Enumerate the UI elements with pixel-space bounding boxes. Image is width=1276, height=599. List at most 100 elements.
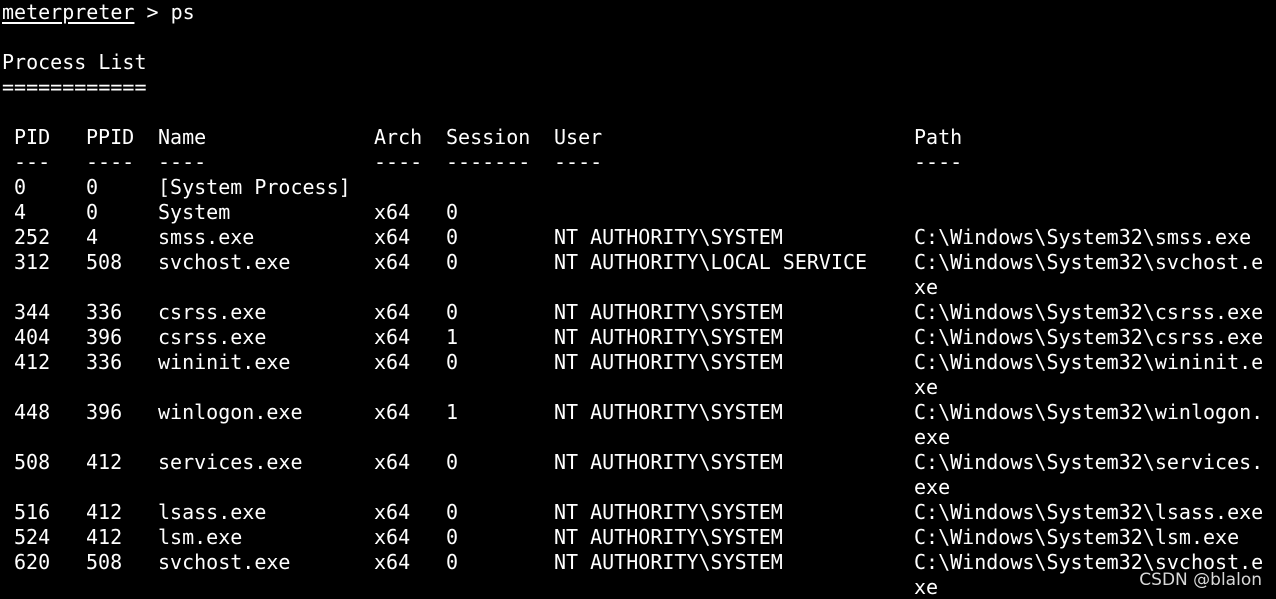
cell-session: 1 xyxy=(446,400,459,424)
cell-path: C:\Windows\System32\smss.exe xyxy=(914,225,1252,249)
cell-session: 0 xyxy=(446,225,459,249)
cell-name: winlogon.exe xyxy=(158,400,303,424)
cell-session: 0 xyxy=(446,250,459,274)
cell-pid: 4 xyxy=(14,200,27,224)
cell-ppid: 412 xyxy=(86,525,123,549)
table-row: 312 508 svchost.exe x64 0 NT AUTHORITY\LOCAL … xyxy=(2,250,1272,275)
cell-arch: x64 xyxy=(374,200,411,224)
cell-session: 0 xyxy=(446,500,459,524)
cell-pid: 524 xyxy=(14,525,51,549)
cell-name: csrss.exe xyxy=(158,325,267,349)
cell-arch: x64 xyxy=(374,300,411,324)
cell-arch: x64 xyxy=(374,325,411,349)
cell-user: NT AUTHORITY\SYSTEM xyxy=(554,450,783,474)
table-row: 4 0 System x64 0 xyxy=(2,200,1272,225)
cell-user: NT AUTHORITY\SYSTEM xyxy=(554,500,783,524)
cell-arch: x64 xyxy=(374,500,411,524)
cell-ppid: 396 xyxy=(86,325,123,349)
cell-path: xe xyxy=(914,275,939,299)
header-arch: Arch xyxy=(374,125,423,149)
cell-ppid: 508 xyxy=(86,250,123,274)
cell-user: NT AUTHORITY\LOCAL SERVICE xyxy=(554,250,868,274)
cell-path: C:\Windows\System32\csrss.exe xyxy=(914,300,1264,324)
cell-user: NT AUTHORITY\SYSTEM xyxy=(554,550,783,574)
cell-session: 0 xyxy=(446,450,459,474)
process-list-title-underline: ============ xyxy=(2,75,147,99)
cell-ppid: 0 xyxy=(86,175,99,199)
cell-ppid: 4 xyxy=(86,225,99,249)
cell-arch: x64 xyxy=(374,525,411,549)
cell-ppid: 508 xyxy=(86,550,123,574)
cell-pid: 0 xyxy=(14,175,27,199)
table-row: 344 336 csrss.exe x64 0 NT AUTHORITY\SYSTEM C:… xyxy=(2,300,1272,325)
cell-name: services.exe xyxy=(158,450,303,474)
header-name: Name xyxy=(158,125,207,149)
cell-session: 0 xyxy=(446,525,459,549)
cell-arch: x64 xyxy=(374,225,411,249)
cell-pid: 516 xyxy=(14,500,51,524)
table-row: 252 4 smss.exe x64 0 NT AUTHORITY\SYSTEM C:\Wi… xyxy=(2,225,1272,250)
table-row-continuation: xe xyxy=(2,575,1272,599)
header-ppid: PPID xyxy=(86,125,135,149)
divider-arch: ---- xyxy=(374,150,423,174)
table-row-continuation: exe xyxy=(2,425,1272,450)
cell-path: C:\Windows\System32\lsm.exe xyxy=(914,525,1240,549)
cell-name: svchost.exe xyxy=(158,250,291,274)
cell-arch: x64 xyxy=(374,350,411,374)
cell-path: C:\Windows\System32\services. xyxy=(914,450,1264,474)
cell-path: C:\Windows\System32\winlogon. xyxy=(914,400,1264,424)
cell-user: NT AUTHORITY\SYSTEM xyxy=(554,325,783,349)
cell-pid: 344 xyxy=(14,300,51,324)
table-row: 0 0 [System Process] xyxy=(2,175,1272,200)
cell-user: NT AUTHORITY\SYSTEM xyxy=(554,300,783,324)
cell-session: 0 xyxy=(446,550,459,574)
cell-user: NT AUTHORITY\SYSTEM xyxy=(554,225,783,249)
table-row: 524 412 lsm.exe x64 0 NT AUTHORITY\SYSTEM C:\W… xyxy=(2,525,1272,550)
cell-session: 0 xyxy=(446,200,459,224)
cell-arch: x64 xyxy=(374,450,411,474)
cell-pid: 448 xyxy=(14,400,51,424)
cell-path: xe xyxy=(914,375,939,399)
cell-name: svchost.exe xyxy=(158,550,291,574)
table-row: 412 336 wininit.exe x64 0 NT AUTHORITY\SYSTEM… xyxy=(2,350,1272,375)
table-row-continuation: xe xyxy=(2,375,1272,400)
watermark: CSDN @blalon xyxy=(1139,570,1262,590)
divider-pid: --- xyxy=(14,150,51,174)
cell-name: System xyxy=(158,200,231,224)
cell-pid: 508 xyxy=(14,450,51,474)
cell-path: C:\Windows\System32\csrss.exe xyxy=(914,325,1264,349)
prompt-line: meterpreter > ps xyxy=(2,0,195,25)
cell-pid: 312 xyxy=(14,250,51,274)
divider-name: ---- xyxy=(158,150,207,174)
terminal-window[interactable]: meterpreter > ps Process List ==========… xyxy=(0,0,1276,599)
cell-path: exe xyxy=(914,425,951,449)
cell-ppid: 412 xyxy=(86,450,123,474)
table-divider-row: --- ---- ---- ---- ------- ---- ---- xyxy=(2,150,1272,175)
cell-ppid: 336 xyxy=(86,300,123,324)
cell-name: lsass.exe xyxy=(158,500,267,524)
cell-session: 0 xyxy=(446,350,459,374)
cell-arch: x64 xyxy=(374,550,411,574)
cell-user: NT AUTHORITY\SYSTEM xyxy=(554,400,783,424)
divider-path: ---- xyxy=(914,150,963,174)
header-user: User xyxy=(554,125,603,149)
prompt-command: ps xyxy=(170,0,195,24)
header-session: Session xyxy=(446,125,531,149)
cell-name: smss.exe xyxy=(158,225,255,249)
header-pid: PID xyxy=(14,125,51,149)
cell-pid: 620 xyxy=(14,550,51,574)
cell-path: C:\Windows\System32\lsass.exe xyxy=(914,500,1264,524)
table-row: 508 412 services.exe x64 0 NT AUTHORITY\SYSTE… xyxy=(2,450,1272,475)
table-row-continuation: exe xyxy=(2,475,1272,500)
header-path: Path xyxy=(914,125,963,149)
cell-session: 1 xyxy=(446,325,459,349)
prompt-separator: > xyxy=(134,0,171,24)
cell-path: C:\Windows\System32\svchost.e xyxy=(914,250,1264,274)
divider-ppid: ---- xyxy=(86,150,135,174)
cell-name: [System Process] xyxy=(158,175,351,199)
divider-session: ------- xyxy=(446,150,531,174)
cell-name: lsm.exe xyxy=(158,525,243,549)
table-row-continuation: xe xyxy=(2,275,1272,300)
table-row: 620 508 svchost.exe x64 0 NT AUTHORITY\SYSTEM… xyxy=(2,550,1272,575)
cell-pid: 404 xyxy=(14,325,51,349)
